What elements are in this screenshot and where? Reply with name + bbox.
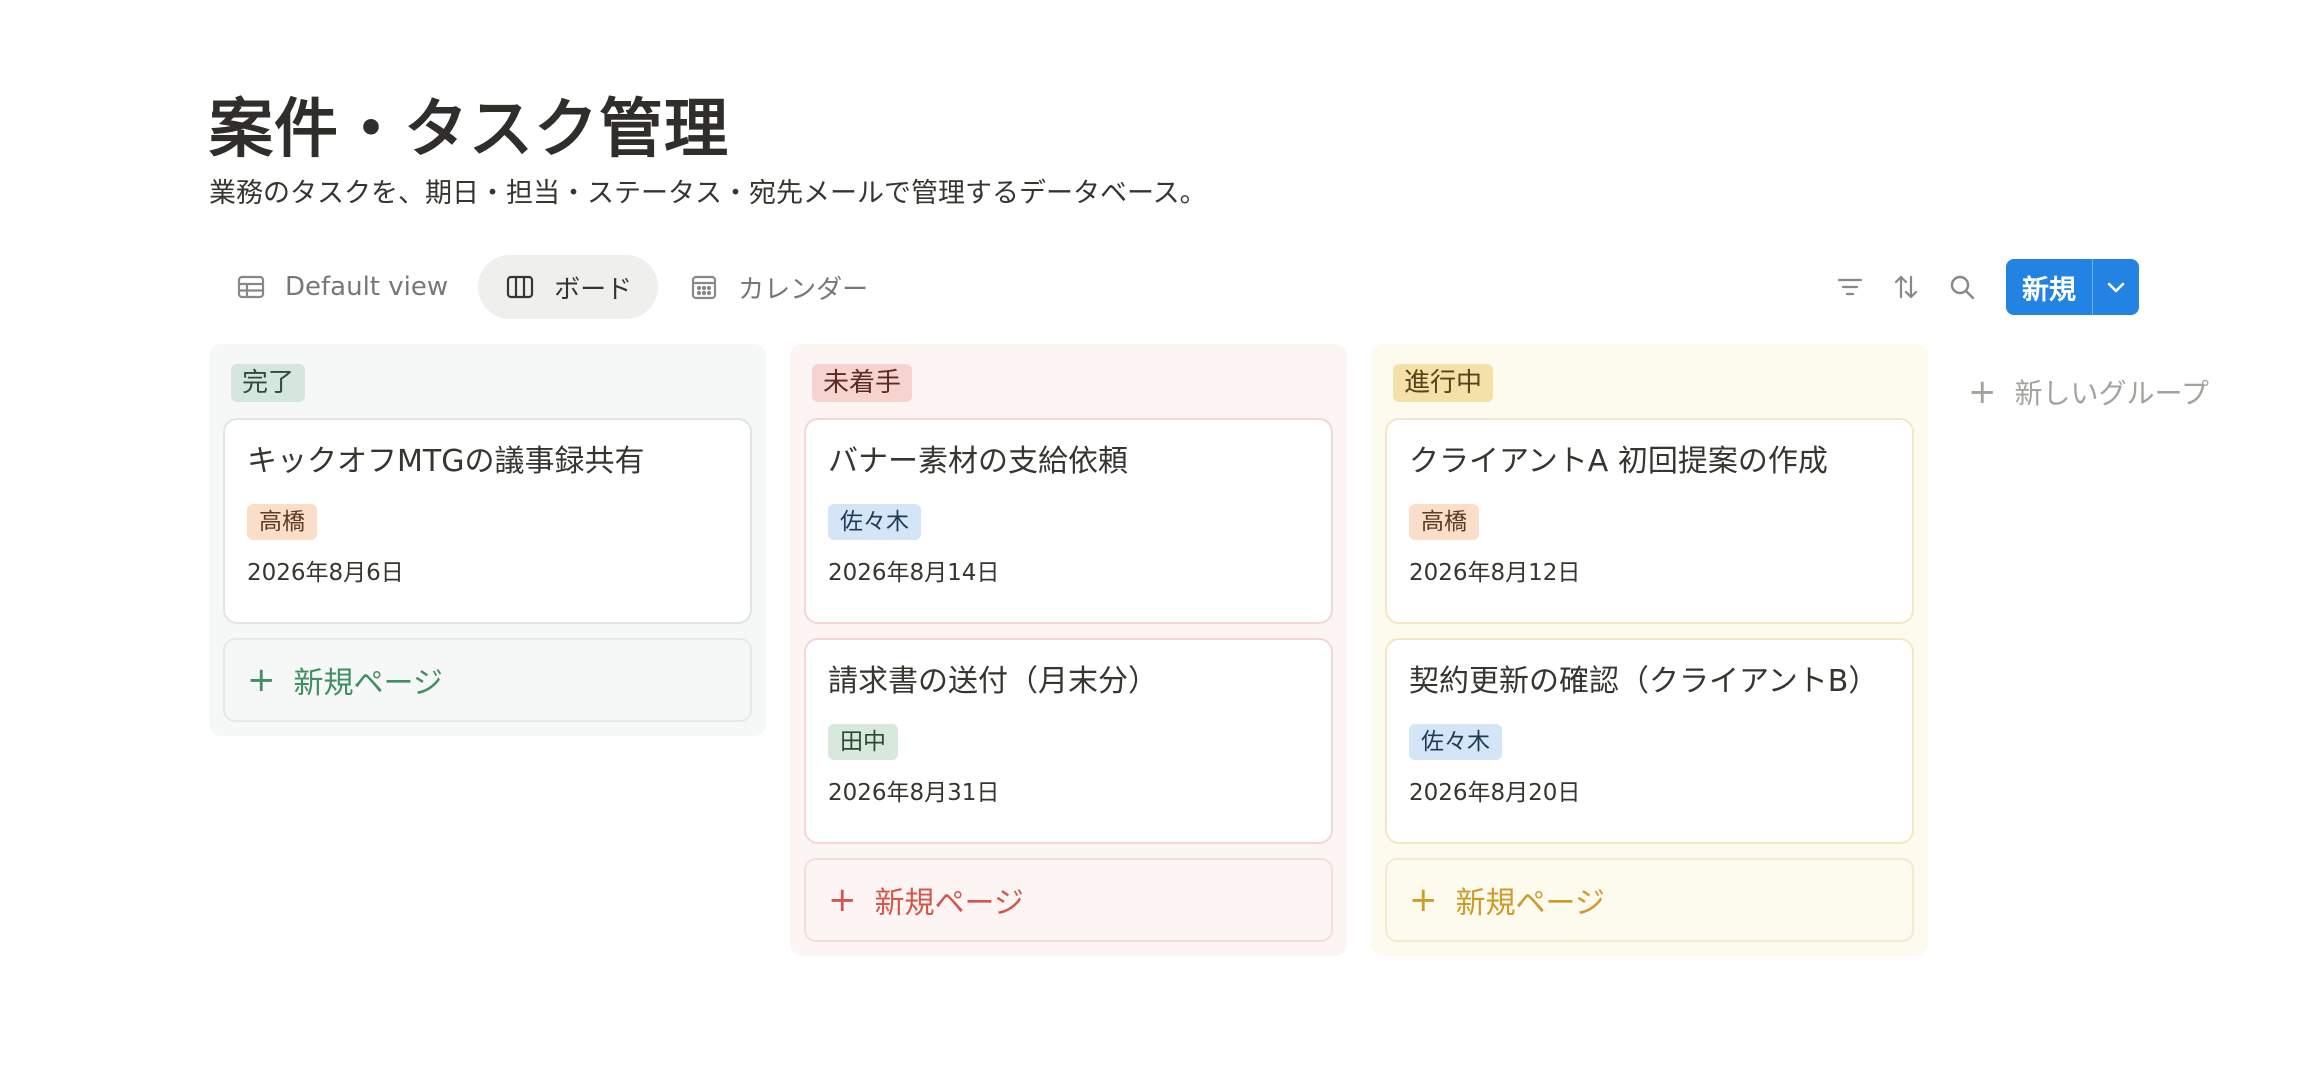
task-card[interactable]: 契約更新の確認（クライアントB） 佐々木 2026年8月20日 bbox=[1385, 638, 1914, 844]
board-column-done: 完了 キックオフMTGの議事録共有 高橋 2026年8月6日 + 新規ページ bbox=[209, 344, 766, 736]
search-icon[interactable] bbox=[1938, 263, 1986, 311]
filter-icon[interactable] bbox=[1826, 263, 1874, 311]
due-date: 2026年8月12日 bbox=[1409, 560, 1581, 586]
board-column-todo: 未着手 バナー素材の支給依頼 佐々木 2026年8月14日 請求書の送付（月末分… bbox=[790, 344, 1347, 956]
page-header: 案件・タスク管理 業務のタスクを、期日・担当・ステータス・宛先メールで管理するデ… bbox=[209, 88, 1207, 212]
card-title: 契約更新の確認（クライアントB） bbox=[1409, 664, 1879, 699]
card-title: バナー素材の支給依頼 bbox=[828, 444, 1128, 479]
new-group-label: 新しいグループ bbox=[2014, 377, 2209, 410]
card-title: クライアントA 初回提案の作成 bbox=[1409, 444, 1828, 479]
card-title: 請求書の送付（月末分） bbox=[828, 664, 1158, 699]
add-page-label: 新規ページ bbox=[293, 666, 443, 701]
due-date: 2026年8月14日 bbox=[828, 560, 1000, 586]
page-title: 案件・タスク管理 bbox=[209, 93, 729, 167]
assignee-tag: 高橋 bbox=[247, 504, 317, 540]
new-group-button[interactable]: + 新しいグループ bbox=[1968, 372, 2209, 412]
new-dropdown-button[interactable] bbox=[2092, 259, 2139, 315]
new-button[interactable]: 新規 bbox=[2006, 259, 2092, 315]
view-tabs: Default view ボード カレンダー bbox=[209, 255, 898, 319]
tab-label: Default view bbox=[285, 272, 449, 302]
plus-icon: + bbox=[1409, 880, 1438, 920]
task-card[interactable]: クライアントA 初回提案の作成 高橋 2026年8月12日 bbox=[1385, 418, 1914, 624]
task-card[interactable]: 請求書の送付（月末分） 田中 2026年8月31日 bbox=[804, 638, 1333, 844]
column-status-tag[interactable]: 未着手 bbox=[812, 364, 913, 402]
tab-default-view[interactable]: Default view bbox=[209, 255, 474, 319]
card-title: キックオフMTGの議事録共有 bbox=[247, 444, 645, 479]
plus-icon: + bbox=[247, 660, 276, 700]
due-date: 2026年8月20日 bbox=[1409, 780, 1581, 806]
board-column-in-progress: 進行中 クライアントA 初回提案の作成 高橋 2026年8月12日 契約更新の確… bbox=[1371, 344, 1928, 956]
page-description: 業務のタスクを、期日・担当・ステータス・宛先メールで管理するデータベース。 bbox=[209, 178, 1207, 209]
add-page-button[interactable]: + 新規ページ bbox=[1385, 858, 1914, 942]
board: 完了 キックオフMTGの議事録共有 高橋 2026年8月6日 + 新規ページ 未… bbox=[209, 344, 2209, 956]
due-date: 2026年8月6日 bbox=[247, 560, 404, 586]
toolbar-actions: 新規 bbox=[1818, 259, 2139, 315]
add-page-button[interactable]: + 新規ページ bbox=[804, 858, 1333, 942]
assignee-tag: 佐々木 bbox=[1409, 724, 1502, 760]
sort-icon[interactable] bbox=[1882, 263, 1930, 311]
tab-label: ボード bbox=[554, 274, 633, 305]
column-status-tag[interactable]: 進行中 bbox=[1393, 364, 1494, 402]
chevron-down-icon bbox=[2107, 282, 2125, 293]
tab-calendar[interactable]: カレンダー bbox=[662, 255, 894, 319]
page: 案件・タスク管理 業務のタスクを、期日・担当・ステータス・宛先メールで管理するデ… bbox=[0, 0, 2300, 1075]
assignee-tag: 田中 bbox=[828, 724, 898, 760]
new-button-group: 新規 bbox=[2006, 259, 2139, 315]
add-page-label: 新規ページ bbox=[1455, 886, 1605, 921]
view-toolbar: Default view ボード カレンダー 新規 bbox=[209, 255, 2139, 319]
due-date: 2026年8月31日 bbox=[828, 780, 1000, 806]
add-page-label: 新規ページ bbox=[874, 886, 1024, 921]
task-card[interactable]: バナー素材の支給依頼 佐々木 2026年8月14日 bbox=[804, 418, 1333, 624]
tab-label: カレンダー bbox=[738, 274, 869, 305]
calendar-icon bbox=[688, 271, 720, 303]
board-icon bbox=[504, 271, 536, 303]
plus-icon: + bbox=[828, 880, 857, 920]
plus-icon: + bbox=[1968, 372, 1997, 412]
tab-board[interactable]: ボード bbox=[478, 255, 659, 319]
column-status-tag[interactable]: 完了 bbox=[231, 364, 306, 402]
task-card[interactable]: キックオフMTGの議事録共有 高橋 2026年8月6日 bbox=[223, 418, 752, 624]
add-page-button[interactable]: + 新規ページ bbox=[223, 638, 752, 722]
assignee-tag: 高橋 bbox=[1409, 504, 1479, 540]
assignee-tag: 佐々木 bbox=[828, 504, 921, 540]
table-icon bbox=[235, 271, 267, 303]
